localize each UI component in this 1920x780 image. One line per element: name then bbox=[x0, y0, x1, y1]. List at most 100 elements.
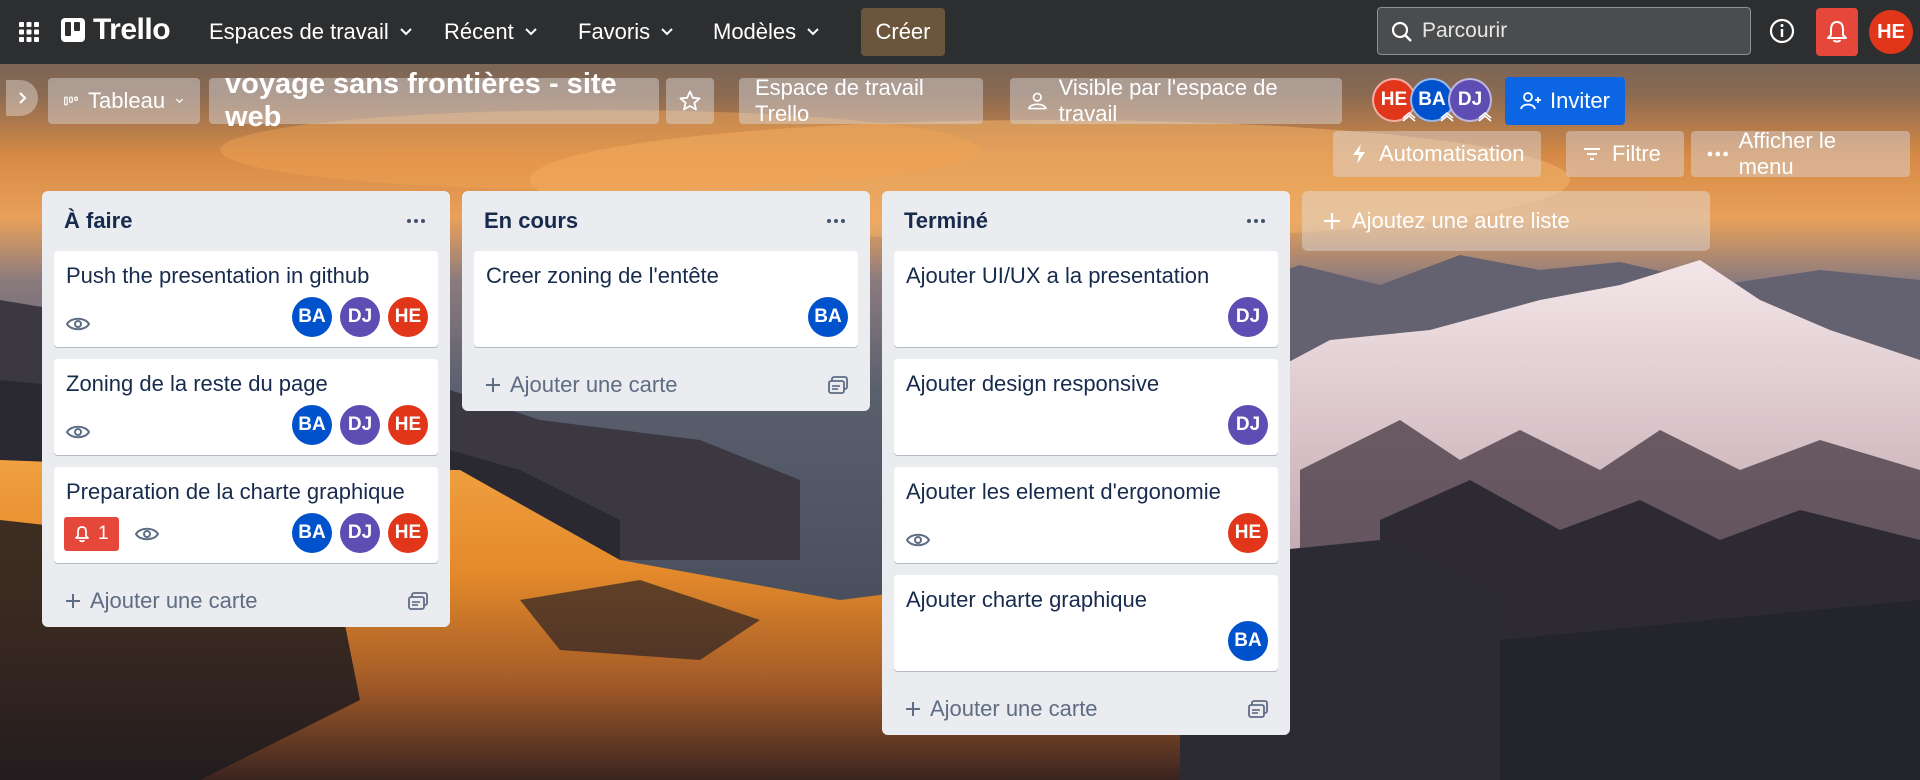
nav-templates[interactable]: Modèles bbox=[701, 12, 832, 52]
card[interactable]: Ajouter UI/UX a la presentation DJ bbox=[894, 251, 1278, 347]
more-icon bbox=[1707, 151, 1728, 157]
top-header: Trello Espaces de travail Récent Favoris… bbox=[0, 0, 1920, 64]
card-members: BA DJ HE bbox=[292, 297, 428, 337]
add-list-button[interactable]: Ajoutez une autre liste bbox=[1302, 191, 1710, 251]
nav-favorites[interactable]: Favoris bbox=[566, 12, 686, 52]
nav-recent-label: Récent bbox=[444, 19, 514, 44]
add-card-label: Ajouter une carte bbox=[930, 696, 1098, 721]
member-avatar[interactable]: DJ bbox=[1228, 405, 1268, 445]
board-view-icon bbox=[64, 96, 78, 106]
member-avatar[interactable]: BA bbox=[292, 405, 332, 445]
user-avatar[interactable]: HE bbox=[1869, 10, 1913, 54]
card-members: BA bbox=[1228, 621, 1268, 661]
workspace-button[interactable]: Espace de travail Trello bbox=[739, 75, 983, 126]
member-avatar[interactable]: BA bbox=[808, 297, 848, 337]
add-card-label: Ajouter une carte bbox=[90, 588, 258, 613]
filter-label: Filtre bbox=[1612, 141, 1661, 166]
list-title[interactable]: Terminé bbox=[904, 208, 988, 234]
trello-logo[interactable]: Trello bbox=[61, 13, 171, 47]
card[interactable]: Zoning de la reste du page BA DJ HE bbox=[54, 359, 438, 455]
member-avatar[interactable]: BA bbox=[292, 513, 332, 553]
card-template-icon[interactable] bbox=[1248, 700, 1268, 718]
automation-button[interactable]: Automatisation bbox=[1333, 131, 1541, 177]
add-card-button[interactable]: Ajouter une carte bbox=[484, 372, 678, 398]
member-avatar[interactable]: HE bbox=[1228, 513, 1268, 553]
list-header[interactable]: Terminé bbox=[894, 191, 1278, 251]
chevron-down-icon bbox=[525, 28, 537, 36]
card-members: HE bbox=[1228, 513, 1268, 553]
card[interactable]: Ajouter les element d'ergonomie HE bbox=[894, 467, 1278, 563]
card-members: DJ bbox=[1228, 405, 1268, 445]
app-switcher-icon[interactable] bbox=[18, 21, 40, 43]
nav-workspaces[interactable]: Espaces de travail bbox=[197, 12, 425, 52]
card[interactable]: Ajouter charte graphique BA bbox=[894, 575, 1278, 671]
list-actions-icon[interactable] bbox=[404, 209, 428, 233]
card-title: Preparation de la charte graphique bbox=[66, 479, 405, 504]
add-card-button[interactable]: Ajouter une carte bbox=[904, 696, 1098, 722]
member-avatar[interactable]: DJ bbox=[340, 513, 380, 553]
app-name: Trello bbox=[93, 13, 171, 46]
list-todo: À faire Push the presentation in github … bbox=[42, 191, 450, 627]
board-view-label: Tableau bbox=[88, 88, 166, 113]
search-placeholder: Parcourir bbox=[1422, 19, 1508, 42]
invite-label: Inviter bbox=[1550, 88, 1610, 113]
member-avatar[interactable]: DJ bbox=[340, 405, 380, 445]
notifications-button[interactable] bbox=[1816, 8, 1858, 56]
member-avatar[interactable]: BA bbox=[292, 297, 332, 337]
card[interactable]: Push the presentation in github BA DJ HE bbox=[54, 251, 438, 347]
sidebar-toggle[interactable] bbox=[6, 80, 38, 116]
card-template-icon[interactable] bbox=[408, 592, 428, 610]
add-user-icon bbox=[1520, 92, 1542, 110]
info-icon[interactable] bbox=[1767, 16, 1797, 46]
member-avatar[interactable]: HE bbox=[388, 513, 428, 553]
card-template-icon[interactable] bbox=[828, 376, 848, 394]
people-icon bbox=[1027, 92, 1047, 110]
card[interactable]: Preparation de la charte graphique 1 BA … bbox=[54, 467, 438, 563]
invite-button[interactable]: Inviter bbox=[1505, 77, 1625, 125]
list-title[interactable]: À faire bbox=[64, 208, 132, 234]
member-avatar[interactable]: HE bbox=[388, 405, 428, 445]
add-card-label: Ajouter une carte bbox=[510, 372, 678, 397]
notification-badge[interactable]: 1 bbox=[64, 517, 119, 551]
filter-button[interactable]: Filtre bbox=[1566, 131, 1684, 177]
card-title: Ajouter charte graphique bbox=[906, 587, 1147, 612]
member-avatar[interactable]: DJ bbox=[340, 297, 380, 337]
board-view-switcher[interactable]: Tableau bbox=[48, 78, 200, 124]
list-title[interactable]: En cours bbox=[484, 208, 578, 234]
card-badges bbox=[906, 531, 930, 549]
add-card-button[interactable]: Ajouter une carte bbox=[64, 588, 258, 614]
list-header[interactable]: En cours bbox=[474, 191, 858, 251]
card-members: BA bbox=[808, 297, 848, 337]
star-icon bbox=[679, 90, 701, 111]
member-avatar[interactable]: DJ bbox=[1228, 297, 1268, 337]
member-avatar[interactable]: BA bbox=[1228, 621, 1268, 661]
list-actions-icon[interactable] bbox=[1244, 209, 1268, 233]
board-title: voyage sans frontières - site web bbox=[225, 68, 617, 133]
card[interactable]: Creer zoning de l'entête BA bbox=[474, 251, 858, 347]
card[interactable]: Ajouter design responsive DJ bbox=[894, 359, 1278, 455]
automation-label: Automatisation bbox=[1379, 141, 1525, 166]
eye-icon bbox=[66, 317, 90, 331]
list-done: Terminé Ajouter UI/UX a la presentation … bbox=[882, 191, 1290, 735]
list-header[interactable]: À faire bbox=[54, 191, 438, 251]
add-card-row: Ajouter une carte bbox=[54, 575, 438, 627]
board-members: HE BA DJ bbox=[1372, 78, 1492, 124]
card-title: Zoning de la reste du page bbox=[66, 371, 328, 396]
chevron-down-icon bbox=[175, 98, 184, 104]
show-menu-button[interactable]: Afficher le menu bbox=[1691, 128, 1910, 179]
card-badges bbox=[66, 315, 90, 333]
member-avatar[interactable]: DJ bbox=[1448, 78, 1492, 122]
member-avatar[interactable]: HE bbox=[388, 297, 428, 337]
nav-recent[interactable]: Récent bbox=[432, 12, 550, 52]
create-button[interactable]: Créer bbox=[861, 8, 945, 56]
board-title-button[interactable]: voyage sans frontières - site web bbox=[209, 68, 659, 133]
list-actions-icon[interactable] bbox=[824, 209, 848, 233]
card-members: BA DJ HE bbox=[292, 513, 428, 553]
search-box[interactable]: Parcourir bbox=[1377, 7, 1751, 55]
eye-icon bbox=[66, 425, 90, 439]
bell-icon bbox=[75, 526, 89, 543]
lightning-icon bbox=[1353, 144, 1365, 164]
star-button[interactable] bbox=[666, 78, 714, 124]
visibility-button[interactable]: Visible par l'espace de travail bbox=[1010, 75, 1342, 126]
nav-templates-label: Modèles bbox=[713, 19, 797, 44]
